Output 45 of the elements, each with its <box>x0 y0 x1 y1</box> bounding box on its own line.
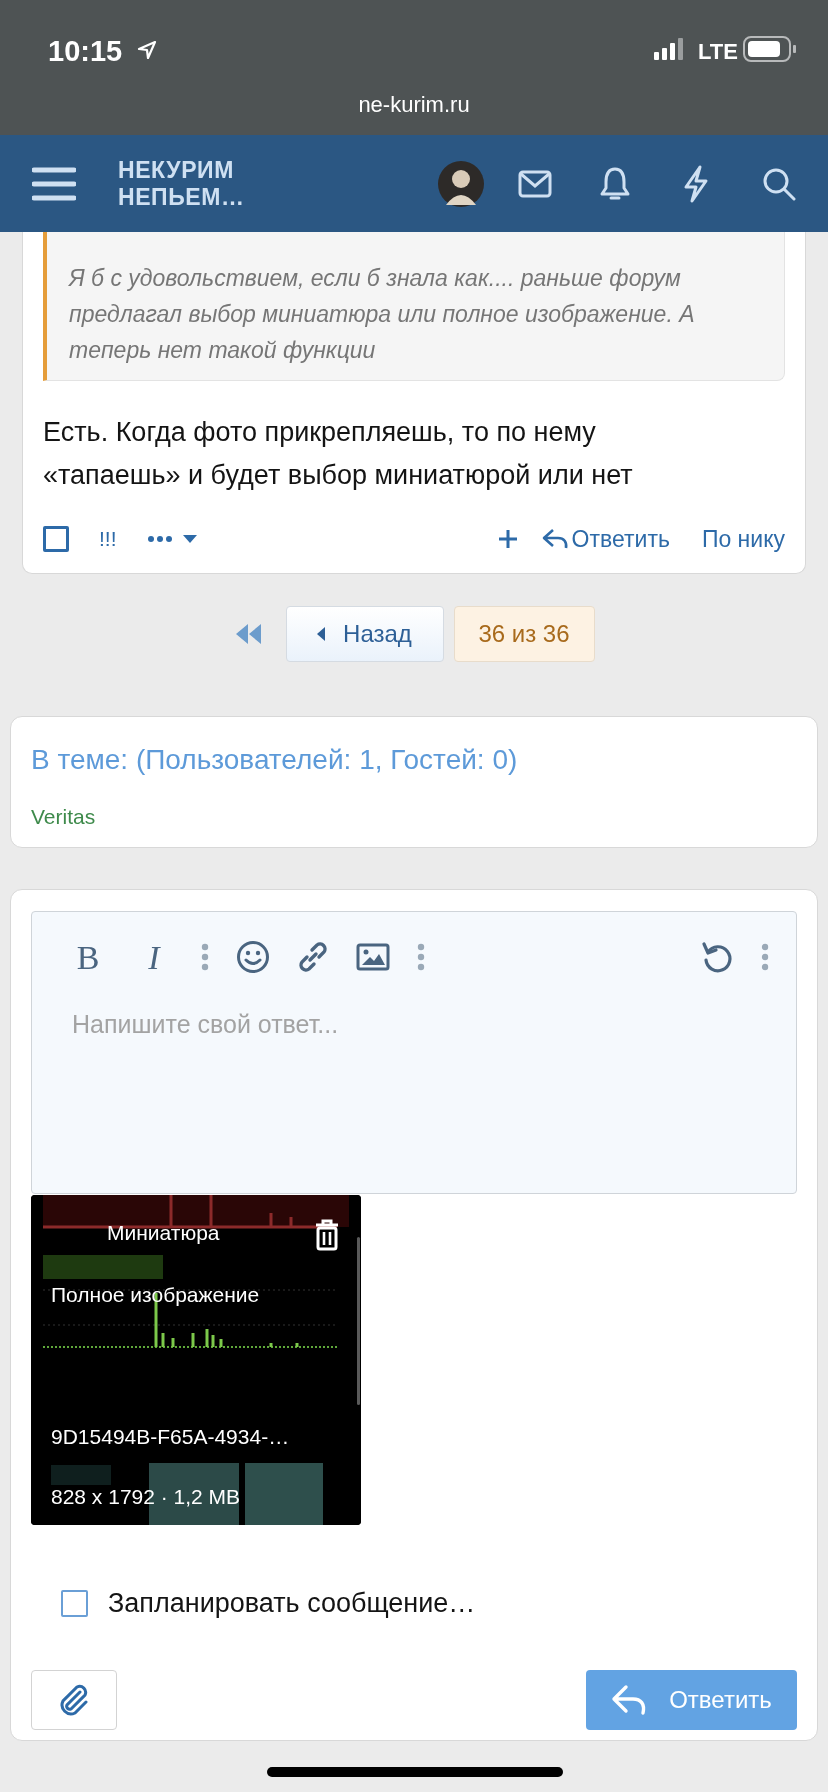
file-name: 9D15494B-F65A-4934-… <box>51 1424 290 1450</box>
attach-button[interactable] <box>31 1669 117 1730</box>
editor-placeholder: Напишите свой ответ... <box>71 1009 340 1040</box>
paperclip-icon <box>58 1682 90 1717</box>
attachment-thumbnail[interactable]: Миниатюра Полное изображение 9D15494B-F65A-4934-… 828 x 1792 · 1,2 MB <box>31 1195 361 1525</box>
page-indicator: 36 из 36 <box>453 606 595 662</box>
file-size: 828 x 1792 · 1,2 MB <box>51 1484 241 1510</box>
clock: 10:15 <box>48 34 123 69</box>
network-label: LTE <box>698 38 738 66</box>
quote-text: Я б с удовольствием, если б знала как.... раньше форум предлагал выбор миниатюра или полное изображение. А теперь нет такой функции <box>69 264 696 365</box>
flag-link[interactable]: !!! <box>99 523 117 555</box>
schedule-label[interactable]: Запланировать сообщение… <box>108 1583 476 1624</box>
url-label[interactable]: ne-kurim.ru <box>0 88 828 121</box>
caret-icon <box>317 627 326 641</box>
back-button[interactable]: Назад <box>285 606 444 662</box>
reply-link[interactable]: Ответить <box>541 521 670 557</box>
italic-button[interactable]: I <box>134 931 174 983</box>
more-menu-icon[interactable] <box>146 533 199 545</box>
location-icon <box>137 40 157 60</box>
post-text: Есть. Когда фото прикрепляешь, то по нему «тапаешь» и будет выбор миниатюрой или нет <box>43 416 634 492</box>
battery-icon <box>743 36 797 62</box>
bold-button[interactable]: B <box>68 931 108 983</box>
thumbnail-option[interactable]: Миниатюра <box>107 1217 220 1249</box>
editor-field[interactable]: B I Напишите свой ответ... <box>31 911 797 1194</box>
trash-icon[interactable] <box>314 1219 340 1251</box>
full-image-option[interactable]: Полное изображение <box>51 1279 260 1311</box>
online-title[interactable]: В теме: (Пользователей: 1, Гостей: 0) <box>31 739 797 781</box>
menu-icon[interactable] <box>32 165 76 202</box>
lightning-icon[interactable] <box>682 164 710 203</box>
image-icon[interactable] <box>356 943 390 971</box>
search-icon[interactable] <box>762 166 796 201</box>
undo-icon[interactable] <box>700 940 734 974</box>
avatar[interactable] <box>438 160 484 207</box>
signal-icon <box>654 38 686 60</box>
bell-icon[interactable] <box>600 165 630 202</box>
schedule-checkbox[interactable] <box>61 1589 88 1617</box>
site-logo[interactable]: НЕКУРИМ НЕПЬЕМ… <box>118 156 245 211</box>
link-icon[interactable] <box>296 940 330 974</box>
select-checkbox[interactable] <box>43 526 69 552</box>
user-link[interactable]: Veritas <box>31 801 96 833</box>
mail-icon[interactable] <box>518 169 552 198</box>
by-nick-link[interactable]: По нику <box>701 521 785 557</box>
smiley-icon[interactable] <box>236 940 270 974</box>
reply-icon <box>541 527 570 551</box>
plus-icon[interactable] <box>497 529 518 549</box>
